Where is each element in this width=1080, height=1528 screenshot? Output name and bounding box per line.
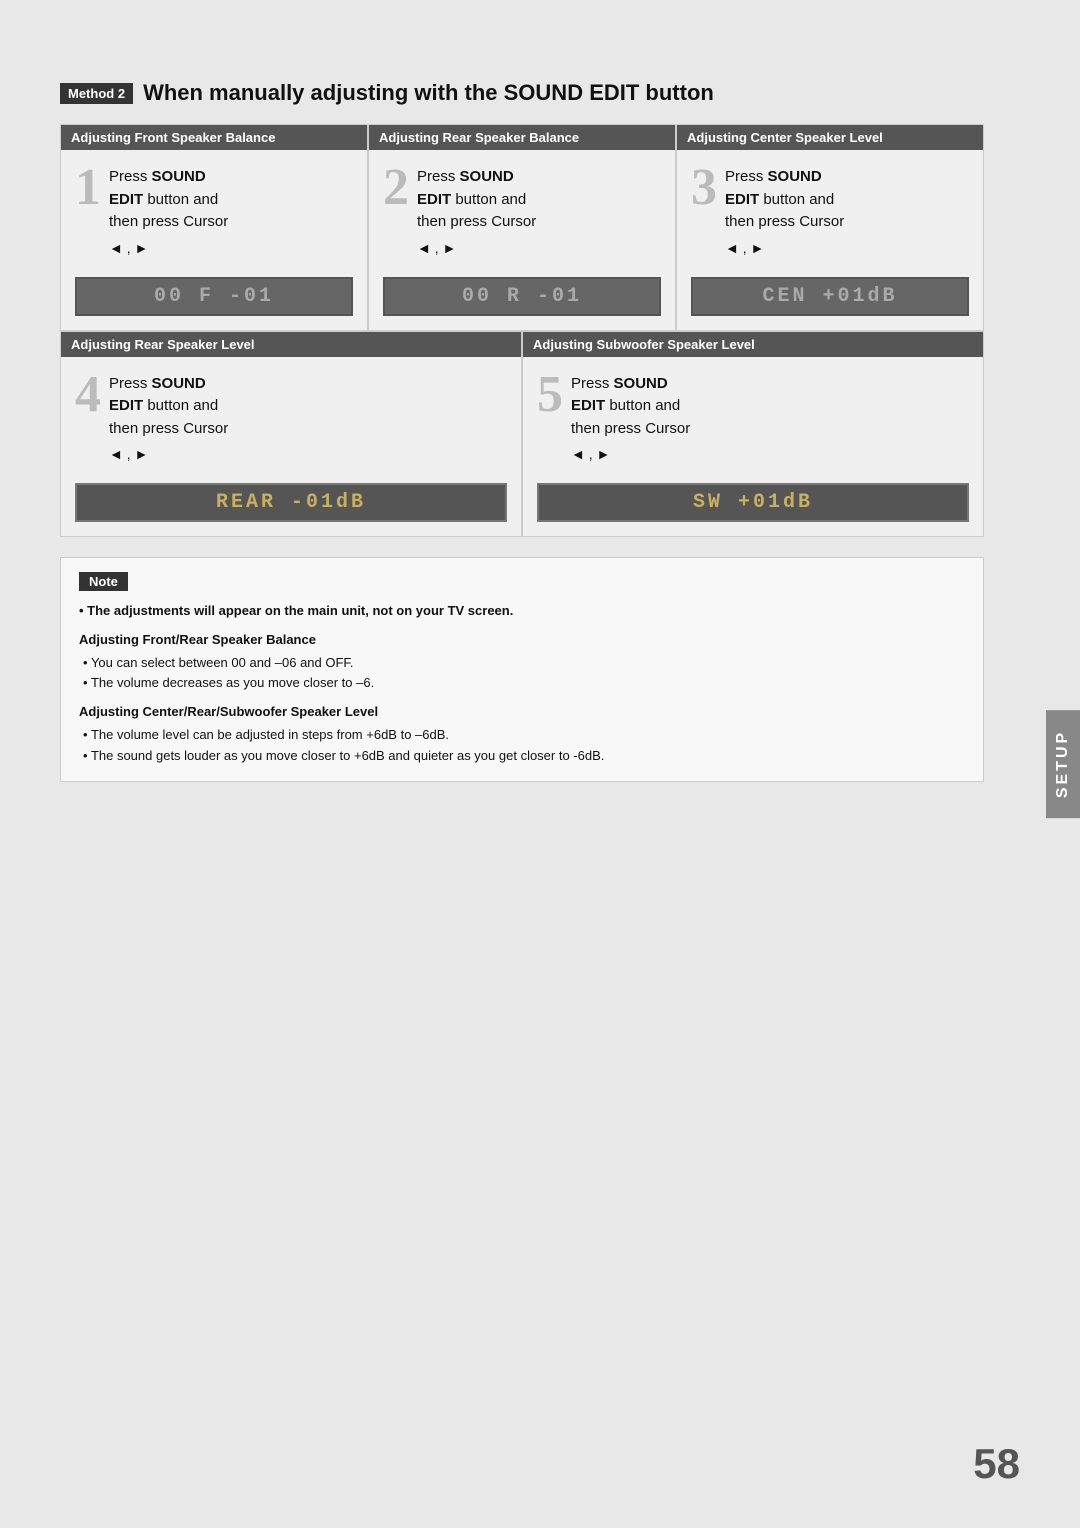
- step-4-header: Adjusting Rear Speaker Level: [61, 332, 521, 357]
- method-badge: Method 2: [60, 83, 133, 104]
- step-1-lcd: 00 F -01: [75, 277, 353, 316]
- bottom-steps-row: Adjusting Rear Speaker Level 4 Press SOU…: [60, 331, 984, 538]
- step-2-line1: Press SOUND: [417, 168, 514, 185]
- setup-tab: SETUP: [1046, 710, 1080, 818]
- step-1-line2: EDIT button and: [109, 191, 218, 208]
- step-5-text: Press SOUND EDIT button and then press C…: [571, 373, 690, 466]
- step-box-5: Adjusting Subwoofer Speaker Level 5 Pres…: [522, 331, 984, 538]
- step-1-content: 1 Press SOUND EDIT button and then press…: [61, 150, 367, 269]
- note-item-2-0: The volume level can be adjusted in step…: [83, 725, 965, 746]
- step-box-3: Adjusting Center Speaker Level 3 Press S…: [676, 124, 984, 331]
- step-4-number: 4: [75, 369, 101, 421]
- page-container: Method 2 When manually adjusting with th…: [60, 80, 1020, 782]
- step-4-cursor: ◄ , ►: [109, 444, 228, 465]
- step-4-lcd: REAR -01dB: [75, 483, 507, 522]
- step-5-line2: EDIT button and: [571, 397, 680, 414]
- method-title: When manually adjusting with the SOUND E…: [143, 80, 714, 106]
- step-1-line1: Press SOUND: [109, 168, 206, 185]
- step-5-lcd: SW +01dB: [537, 483, 969, 522]
- step-2-line3: then press Cursor: [417, 213, 536, 230]
- main-content: Method 2 When manually adjusting with th…: [60, 80, 984, 782]
- step-5-header: Adjusting Subwoofer Speaker Level: [523, 332, 983, 357]
- page-number: 58: [973, 1440, 1020, 1488]
- step-3-number: 3: [691, 162, 717, 214]
- note-subsection-1-title: Adjusting Front/Rear Speaker Balance: [79, 630, 965, 651]
- step-2-content: 2 Press SOUND EDIT button and then press…: [369, 150, 675, 269]
- step-4-line2: EDIT button and: [109, 397, 218, 414]
- step-1-line3: then press Cursor: [109, 213, 228, 230]
- step-3-cursor: ◄ , ►: [725, 238, 844, 259]
- top-steps-row: Adjusting Front Speaker Balance 1 Press …: [60, 124, 984, 331]
- note-section: Note • The adjustments will appear on th…: [60, 557, 984, 782]
- step-2-lcd: 00 R -01: [383, 277, 661, 316]
- step-2-number: 2: [383, 162, 409, 214]
- step-box-2: Adjusting Rear Speaker Balance 2 Press S…: [368, 124, 676, 331]
- step-1-cursor: ◄ , ►: [109, 238, 228, 259]
- step-2-cursor: ◄ , ►: [417, 238, 536, 259]
- step-3-content: 3 Press SOUND EDIT button and then press…: [677, 150, 983, 269]
- step-1-number: 1: [75, 162, 101, 214]
- step-2-line2: EDIT button and: [417, 191, 526, 208]
- step-5-cursor: ◄ , ►: [571, 444, 690, 465]
- step-5-line1: Press SOUND: [571, 375, 668, 392]
- step-2-header: Adjusting Rear Speaker Balance: [369, 125, 675, 150]
- note-item-1-0: You can select between 00 and –06 and OF…: [83, 653, 965, 674]
- step-3-lcd: CEN +01dB: [691, 277, 969, 316]
- step-5-content: 5 Press SOUND EDIT button and then press…: [523, 357, 983, 476]
- note-main: • The adjustments will appear on the mai…: [79, 601, 965, 622]
- step-5-number: 5: [537, 369, 563, 421]
- step-1-header: Adjusting Front Speaker Balance: [61, 125, 367, 150]
- method-header: Method 2 When manually adjusting with th…: [60, 80, 984, 106]
- step-box-4: Adjusting Rear Speaker Level 4 Press SOU…: [60, 331, 522, 538]
- step-4-line1: Press SOUND: [109, 375, 206, 392]
- step-3-text: Press SOUND EDIT button and then press C…: [725, 166, 844, 259]
- step-4-content: 4 Press SOUND EDIT button and then press…: [61, 357, 521, 476]
- step-3-line2: EDIT button and: [725, 191, 834, 208]
- step-box-1: Adjusting Front Speaker Balance 1 Press …: [60, 124, 368, 331]
- note-item-2-1: The sound gets louder as you move closer…: [83, 746, 965, 767]
- step-3-line3: then press Cursor: [725, 213, 844, 230]
- step-5-line3: then press Cursor: [571, 420, 690, 437]
- note-subsection-2-title: Adjusting Center/Rear/Subwoofer Speaker …: [79, 702, 965, 723]
- note-subsection-1: Adjusting Front/Rear Speaker Balance You…: [79, 630, 965, 694]
- note-subsection-1-list: You can select between 00 and –06 and OF…: [79, 653, 965, 695]
- note-subsection-2-list: The volume level can be adjusted in step…: [79, 725, 965, 767]
- note-badge: Note: [79, 572, 128, 591]
- note-item-1-1: The volume decreases as you move closer …: [83, 673, 965, 694]
- step-3-line1: Press SOUND: [725, 168, 822, 185]
- step-3-header: Adjusting Center Speaker Level: [677, 125, 983, 150]
- step-1-text: Press SOUND EDIT button and then press C…: [109, 166, 228, 259]
- step-4-text: Press SOUND EDIT button and then press C…: [109, 373, 228, 466]
- note-subsection-2: Adjusting Center/Rear/Subwoofer Speaker …: [79, 702, 965, 766]
- step-2-text: Press SOUND EDIT button and then press C…: [417, 166, 536, 259]
- step-4-line3: then press Cursor: [109, 420, 228, 437]
